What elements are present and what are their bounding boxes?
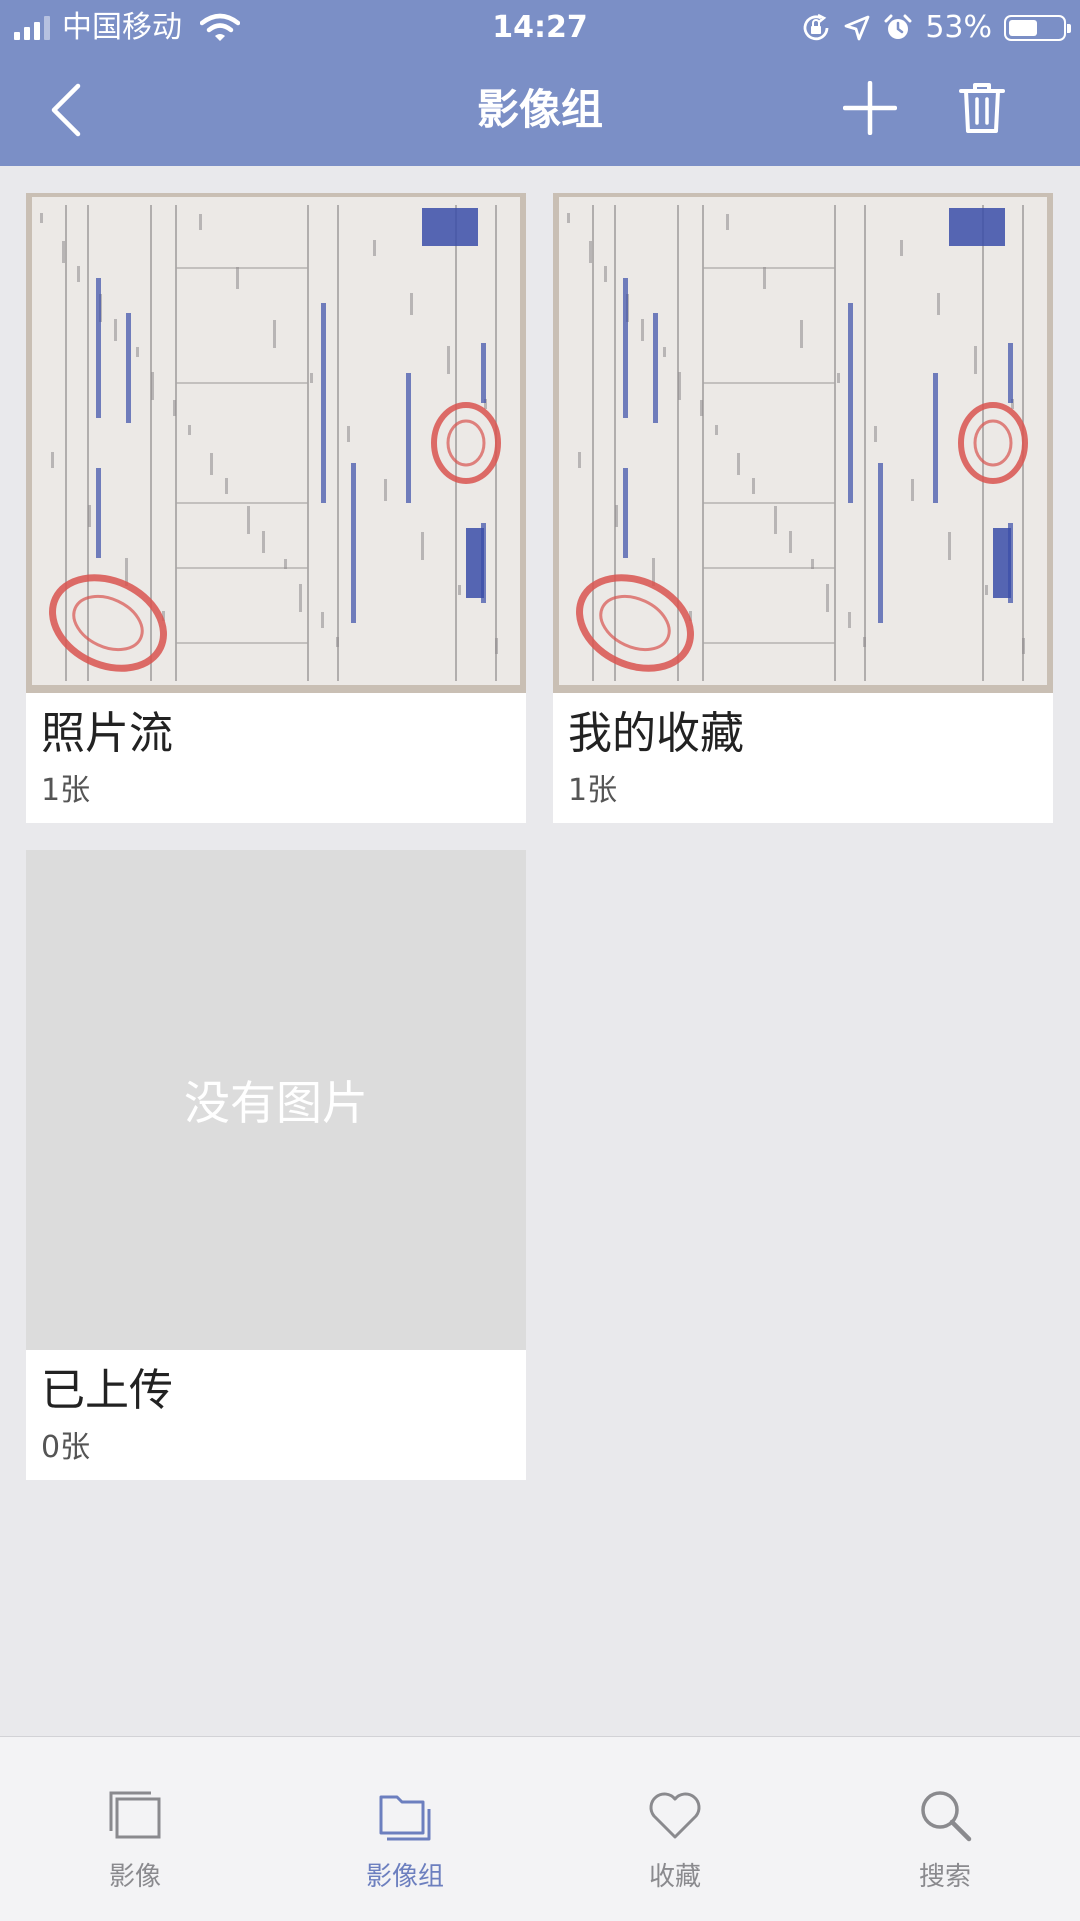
album-card-uploaded[interactable]: 没有图片 已上传 0张 (26, 850, 526, 1480)
tab-label: 收藏 (648, 1862, 701, 1892)
nav-bar: 影像组 (0, 54, 1080, 166)
page-title: 影像组 (476, 85, 603, 134)
tab-favorites[interactable]: 收藏 (540, 1737, 810, 1921)
tab-photos[interactable]: 影像 (0, 1737, 270, 1921)
invoice-photo-image (26, 193, 526, 693)
photos-stack-icon (109, 1791, 161, 1839)
heart-icon (649, 1792, 701, 1839)
tab-label: 搜索 (918, 1862, 971, 1892)
album-count: 1张 (568, 773, 618, 808)
add-button[interactable] (838, 76, 902, 140)
album-name: 我的收藏 (568, 708, 744, 759)
location-icon (844, 15, 870, 41)
album-name: 照片流 (41, 708, 173, 759)
battery-icon (1004, 15, 1071, 41)
album-info: 已上传 0张 (26, 1350, 526, 1480)
album-info: 照片流 1张 (26, 693, 526, 823)
status-right: 53% (801, 8, 1071, 48)
empty-placeholder-text: 没有图片 (184, 1076, 368, 1130)
plus-icon (843, 81, 897, 135)
album-name: 已上传 (41, 1365, 173, 1416)
tab-search[interactable]: 搜索 (810, 1737, 1080, 1921)
album-thumbnail-empty: 没有图片 (26, 850, 526, 1350)
delete-button[interactable] (954, 76, 1010, 140)
tab-label: 影像组 (365, 1862, 444, 1892)
app-header: 中国移动 14:27 53% 影像组 (0, 0, 1080, 166)
folder-icon (379, 1795, 431, 1841)
album-thumbnail (553, 193, 1053, 693)
tab-albums[interactable]: 影像组 (270, 1737, 540, 1921)
orientation-lock-icon (803, 13, 829, 41)
alarm-icon (884, 14, 912, 39)
album-thumbnail (26, 193, 526, 693)
album-count: 1张 (41, 773, 91, 808)
battery-percent: 53% (925, 10, 992, 45)
album-card-photo-stream[interactable]: 照片流 1张 (26, 193, 526, 823)
invoice-photo-image (553, 193, 1053, 693)
search-icon (921, 1791, 972, 1842)
tab-label: 影像 (108, 1862, 161, 1892)
album-info: 我的收藏 1张 (553, 693, 1053, 823)
album-card-favorites[interactable]: 我的收藏 1张 (553, 193, 1053, 823)
album-count: 0张 (41, 1430, 91, 1465)
tab-bar: 影像 影像组 收藏 搜索 (0, 1736, 1080, 1921)
trash-icon (959, 83, 1005, 133)
status-bar: 中国移动 14:27 53% (0, 0, 1080, 54)
